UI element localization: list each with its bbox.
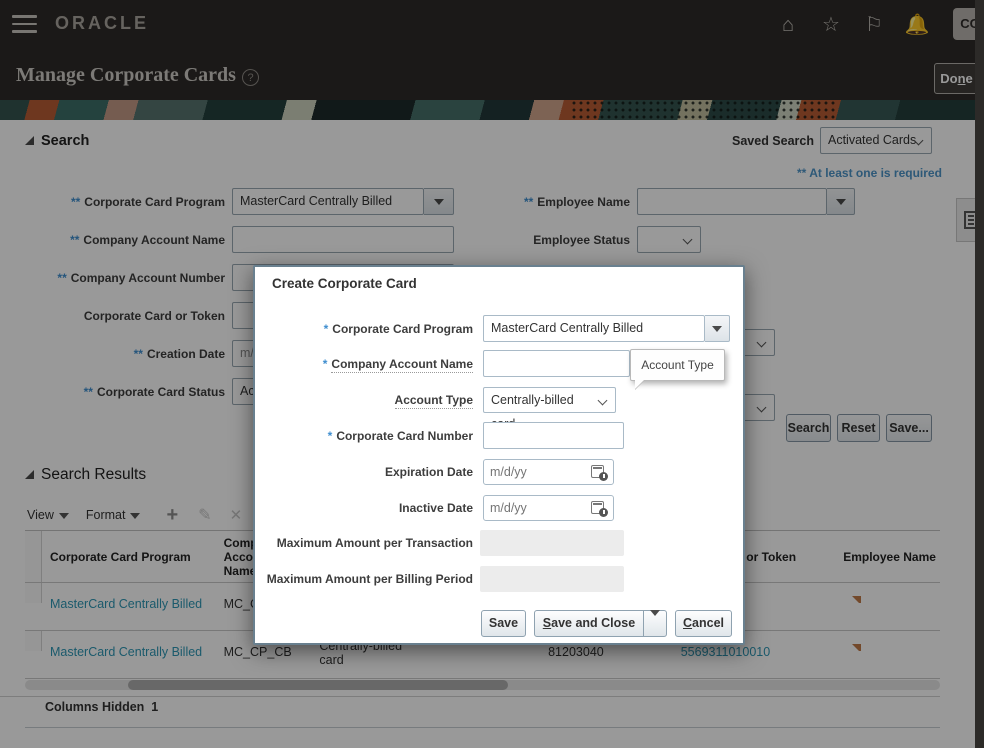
dlg-row-corporate-card-number: * Corporate Card Number — [255, 422, 624, 449]
dlg-corporate-card-number-input[interactable] — [483, 422, 624, 449]
dlg-company-account-name-input[interactable] — [483, 350, 630, 377]
create-corporate-card-dialog: Create Corporate Card * Corporate Card Pr… — [253, 265, 745, 645]
dlg-expiration-date-input[interactable] — [484, 460, 579, 484]
date-picker-icon[interactable] — [591, 500, 608, 517]
dlg-max-amount-transaction-input-disabled — [480, 530, 624, 556]
dlg-row-corporate-card-program: * Corporate Card Program MasterCard Centr… — [255, 315, 730, 342]
right-edge-scrollbar[interactable] — [975, 0, 984, 748]
account-type-tooltip: Account Type — [630, 349, 725, 389]
dlg-inactive-date-input[interactable] — [484, 496, 579, 520]
dlg-expiration-date-field — [483, 459, 614, 485]
dlg-row-account-type: Account Type Centrally-billed card — [255, 387, 616, 431]
dlg-corporate-card-program-combo[interactable]: MasterCard Centrally Billed — [483, 315, 705, 342]
cancel-button[interactable]: Cancel — [675, 610, 732, 637]
save-and-close-dropdown-button[interactable] — [644, 610, 667, 637]
dlg-max-amount-billing-input-disabled — [480, 566, 624, 592]
dlg-row-max-per-transaction: Maximum Amount per Transaction — [255, 530, 624, 556]
save-and-close-button[interactable]: Save and Close — [534, 610, 644, 637]
save-button[interactable]: Save — [481, 610, 526, 637]
dialog-buttons: Save Save and Close Cancel — [481, 610, 732, 637]
dlg-row-max-per-billing-period: Maximum Amount per Billing Period — [255, 566, 624, 592]
dialog-title: Create Corporate Card — [272, 276, 417, 291]
date-picker-icon[interactable] — [591, 464, 608, 481]
dlg-account-type-select[interactable]: Centrally-billed card — [483, 387, 616, 431]
chevron-down-icon — [597, 395, 608, 406]
dlg-row-expiration-date: Expiration Date — [255, 459, 614, 485]
dlg-inactive-date-field — [483, 495, 614, 521]
dlg-row-company-account-name: * Company Account Name — [255, 350, 630, 377]
dlg-row-inactive-date: Inactive Date — [255, 495, 614, 521]
tooltip-pointer — [635, 379, 645, 389]
dlg-corporate-card-program-dropdown-button[interactable] — [705, 315, 730, 342]
